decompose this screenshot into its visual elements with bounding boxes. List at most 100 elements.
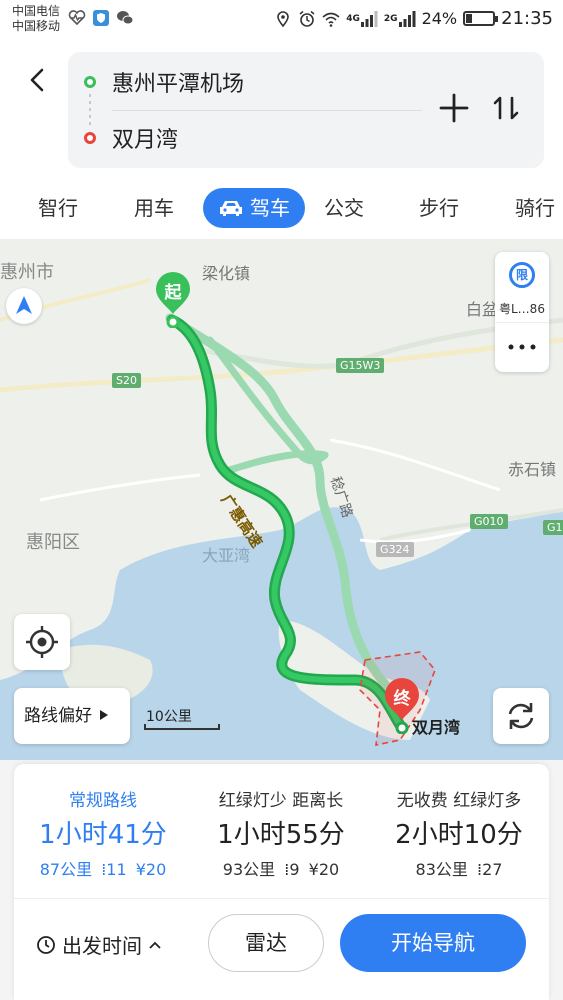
status-bar: 中国电信 中国移动 4G 2G 24% 21:35 xyxy=(0,0,563,40)
label-lianghua: 梁化镇 xyxy=(202,264,251,283)
route-preference-label: 路线偏好 xyxy=(24,706,92,726)
system-icons: 4G 2G 24% 21:35 xyxy=(274,8,553,29)
restriction-icon: 限 xyxy=(509,262,535,288)
route-options-sheet: 常规路线 1小时41分 87公里 ⁞11 ¥20 红绿灯少 距离长 1小时55分… xyxy=(14,764,549,1000)
network-2-label: 2G xyxy=(383,13,398,24)
route-distance: 93公里 xyxy=(222,860,276,879)
route-option-tag: 常规路线 xyxy=(69,791,137,811)
label-city: 惠州市 xyxy=(0,262,54,283)
signal-2-icon xyxy=(398,10,416,27)
destination-dot-icon xyxy=(84,132,96,144)
origin-row[interactable]: 惠州平潭机场 xyxy=(68,54,244,110)
more-icon[interactable] xyxy=(507,344,537,350)
location-icon xyxy=(277,10,290,27)
end-marker-text: 终 xyxy=(393,689,411,709)
start-marker: 起 xyxy=(153,270,193,329)
restriction-divider xyxy=(495,322,549,323)
label-daya: 大亚湾 xyxy=(202,546,251,565)
chevron-up-icon xyxy=(149,941,161,949)
tab-walk[interactable]: 步行 xyxy=(419,188,459,228)
car-icon xyxy=(220,201,242,216)
carrier-2: 中国移动 xyxy=(12,19,61,33)
signal-1-icon xyxy=(360,10,378,27)
route-option-time: 1小时55分 xyxy=(217,820,345,850)
badge-g324: G324 xyxy=(376,542,414,557)
tab-bus[interactable]: 公交 xyxy=(324,188,364,228)
clock: 21:35 xyxy=(501,8,553,29)
back-arrow-icon[interactable] xyxy=(24,64,52,96)
route-toll: ¥20 xyxy=(135,860,167,879)
refresh-button[interactable] xyxy=(493,688,549,744)
depart-time-label: 出发时间 xyxy=(62,934,142,958)
battery-level-fill xyxy=(466,14,473,23)
badge-g15w3: G15W3 xyxy=(336,358,385,373)
carrier-info: 中国电信 中国移动 xyxy=(12,4,60,34)
restriction-card[interactable]: 限 粤L…86 xyxy=(495,252,549,372)
notification-icons xyxy=(68,9,134,27)
locate-icon xyxy=(26,626,58,658)
route-distance: 87公里 xyxy=(39,860,93,879)
shield-app-icon xyxy=(93,10,109,26)
destination-row[interactable]: 双月湾 xyxy=(68,110,178,166)
route-toll: ¥20 xyxy=(308,860,340,879)
sheet-divider xyxy=(14,898,549,899)
road-local2 xyxy=(329,438,501,492)
scale-bar xyxy=(144,724,220,730)
alarm-icon xyxy=(299,10,315,27)
route-option-1[interactable]: 常规路线 1小时41分 87公里 ⁞11 ¥20 xyxy=(14,764,192,894)
transport-mode-tabs: 智行 用车 驾车 公交 步行 骑行 xyxy=(0,180,563,240)
tab-drive-label: 驾车 xyxy=(250,196,290,220)
route-option-time: 2小时10分 xyxy=(395,820,523,850)
end-marker: 终 xyxy=(382,676,422,735)
road-local1 xyxy=(39,473,201,502)
route-preference-button[interactable]: 路线偏好 xyxy=(14,688,130,744)
label-chishi: 赤石镇 xyxy=(508,460,557,479)
wifi-icon xyxy=(322,12,340,27)
origin-dot-icon xyxy=(84,76,96,88)
compass-icon[interactable] xyxy=(6,288,42,324)
radar-button[interactable]: 雷达 xyxy=(208,914,324,972)
heartbeat-icon xyxy=(68,10,86,26)
start-marker-text: 起 xyxy=(164,283,182,303)
battery-percent: 24% xyxy=(421,9,458,28)
route-option-tag: 无收费 红绿灯多 xyxy=(396,791,522,811)
route-input-card: 惠州平潭机场 双月湾 xyxy=(68,52,544,168)
depart-time-button[interactable]: 出发时间 xyxy=(36,930,162,959)
route-distance: 83公里 xyxy=(415,860,468,879)
traffic-light-count: 9 xyxy=(289,860,300,879)
clock-icon xyxy=(37,935,55,954)
route-option-meta: 83公里 ⁞27 xyxy=(370,856,548,880)
carrier-1: 中国电信 xyxy=(12,4,61,18)
locate-button[interactable] xyxy=(14,614,70,670)
route-option-meta: 87公里 ⁞11 ¥20 xyxy=(14,856,192,880)
scale-label: 10公里 xyxy=(146,709,192,725)
origin-text: 惠州平潭机场 xyxy=(112,72,245,97)
badge-g010: G010 xyxy=(470,514,508,529)
traffic-light-count: 27 xyxy=(482,860,503,879)
tab-smart[interactable]: 智行 xyxy=(38,188,78,228)
tab-ride[interactable]: 用车 xyxy=(134,188,174,228)
traffic-light-count: 11 xyxy=(106,860,127,879)
route-option-meta: 93公里 ⁞9 ¥20 xyxy=(192,856,370,880)
network-1-label: 4G xyxy=(346,13,360,24)
license-plate-text: 粤L…86 xyxy=(499,302,545,316)
route-option-tag: 红绿灯少 距离长 xyxy=(218,791,344,811)
start-navigation-button[interactable]: 开始导航 xyxy=(340,914,526,972)
destination-text: 双月湾 xyxy=(112,128,179,153)
badge-s20: S20 xyxy=(112,373,141,388)
label-baipen: 白盆 xyxy=(466,300,499,319)
route-option-time: 1小时41分 xyxy=(39,820,167,850)
route-option-3[interactable]: 无收费 红绿灯多 2小时10分 83公里 ⁞27 xyxy=(370,764,548,894)
badge-g15: G15 xyxy=(543,520,563,535)
triangle-right-icon xyxy=(100,710,109,720)
map-view[interactable]: 惠州市 梁化镇 白盆 赤石镇 惠阳区 大亚湾 广惠高速 稔广路 双月湾 S20 … xyxy=(0,240,563,760)
battery-icon xyxy=(463,11,499,26)
add-waypoint-icon[interactable] xyxy=(436,90,472,126)
wechat-icon xyxy=(117,11,134,25)
refresh-icon xyxy=(508,703,534,729)
route-option-2[interactable]: 红绿灯少 距离长 1小时55分 93公里 ⁞9 ¥20 xyxy=(192,764,370,894)
tab-drive[interactable]: 驾车 xyxy=(203,188,305,228)
swap-route-icon[interactable] xyxy=(488,90,524,126)
route-header: 惠州平潭机场 双月湾 xyxy=(0,40,563,180)
tab-bike[interactable]: 骑行 xyxy=(515,188,555,228)
